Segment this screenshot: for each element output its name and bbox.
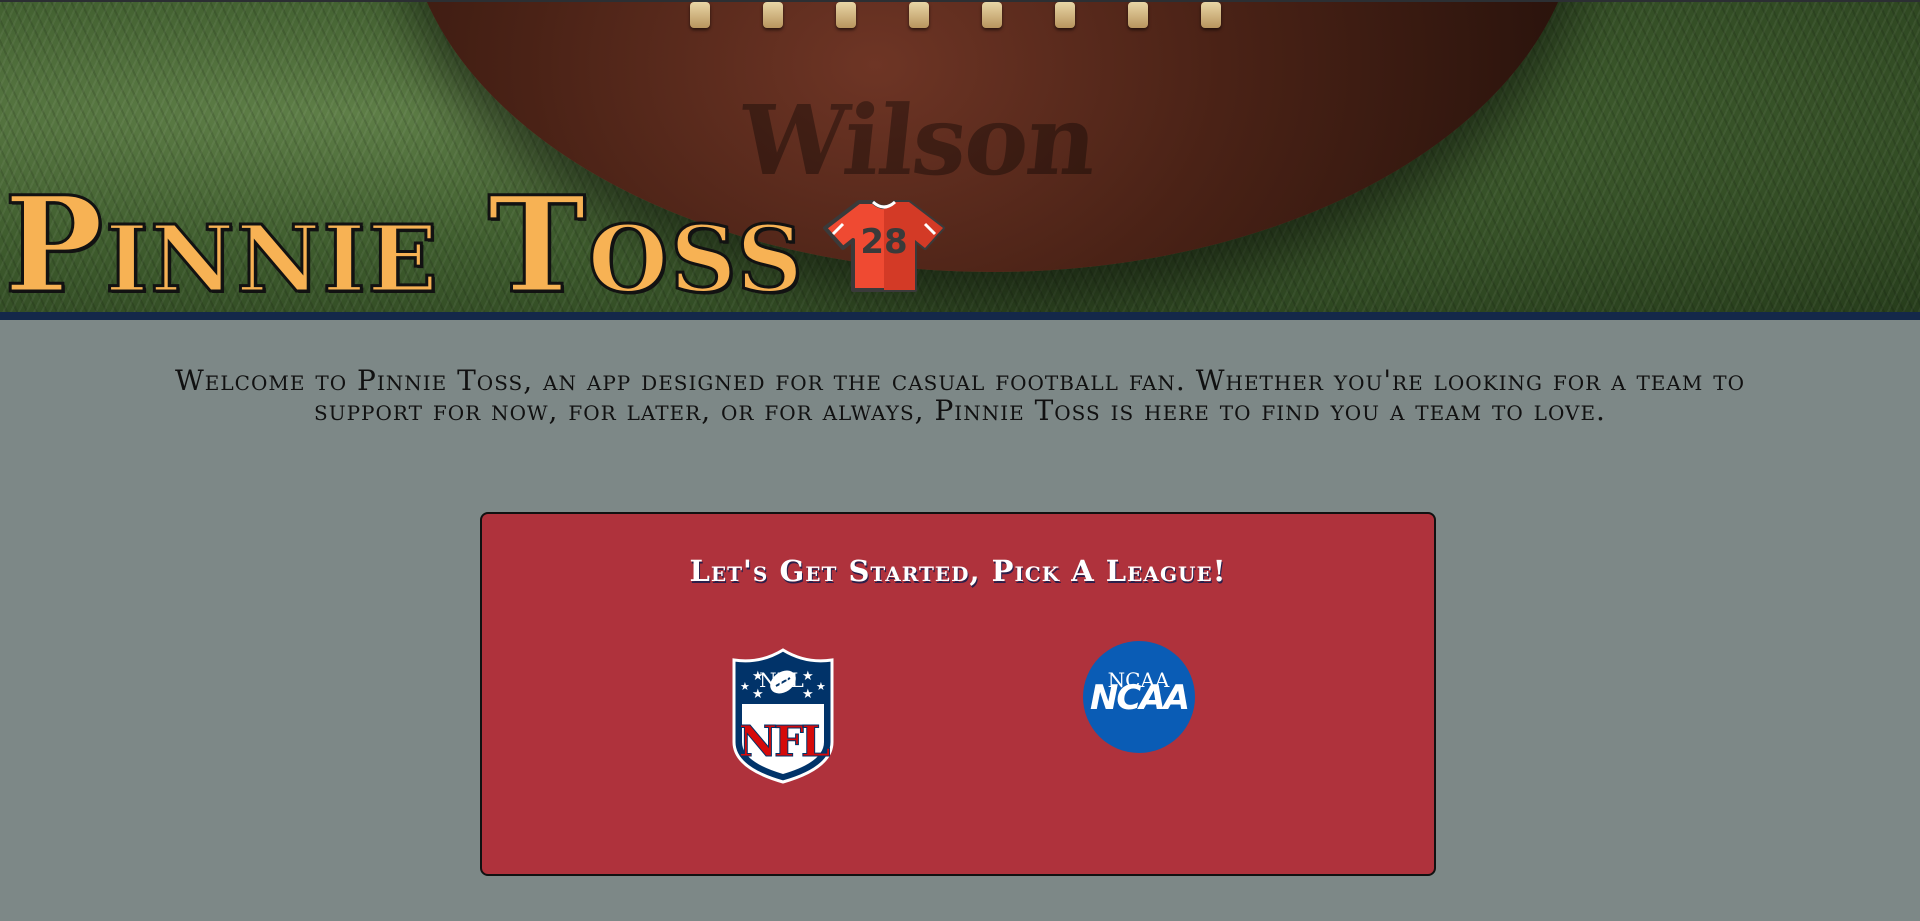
league-label-ncaa[interactable]: NCAA: [0, 668, 1920, 692]
league-picker-title: Let's Get Started, Pick A League!: [689, 554, 1227, 588]
league-option-ncaa[interactable]: NCAA: [1069, 641, 1209, 754]
jersey-number: 28: [860, 222, 907, 262]
app-title: Pinnie Toss: [3, 168, 805, 320]
football-laces: [690, 2, 1270, 32]
hero-banner: Wilson Pinnie Toss 28: [0, 0, 1920, 320]
svg-text:NFL: NFL: [739, 717, 830, 766]
jersey-icon: 28: [822, 200, 945, 292]
welcome-text: Welcome to Pinnie Toss, an app designed …: [175, 364, 1745, 427]
title-row: Pinnie Toss 28: [3, 168, 947, 320]
ncaa-logo-icon[interactable]: NCAA: [1082, 640, 1196, 754]
league-picker-card: Let's Get Started, Pick A League! ★ ★ ★ …: [480, 512, 1436, 876]
